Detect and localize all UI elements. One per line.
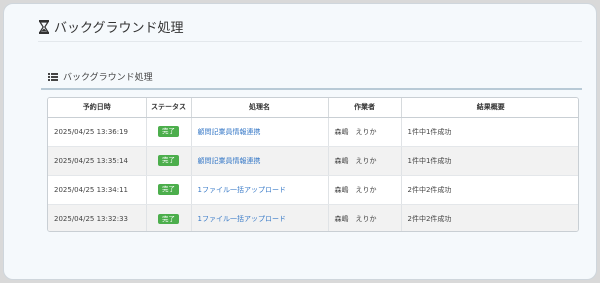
cell-datetime: 2025/04/25 13:34:11 (48, 175, 147, 205)
page-header: バックグラウンド処理 (38, 16, 582, 42)
table-header-row: 予約日時 ステータス 処理名 作業者 結果概要 (48, 98, 578, 118)
job-name-link[interactable]: 1ファイル一括アップロード (198, 186, 286, 194)
cell-status: 完了 (146, 146, 192, 176)
cell-status: 完了 (146, 117, 192, 147)
cell-status: 完了 (146, 204, 192, 231)
cell-result: 2件中2件成功 (401, 204, 578, 231)
column-header-status[interactable]: ステータス (146, 98, 192, 118)
cell-worker: 森嶋 えりか (328, 204, 402, 231)
cell-name: 顧問記業員情報連携 (191, 146, 329, 176)
job-name-link[interactable]: 顧問記業員情報連携 (198, 128, 261, 136)
column-header-name[interactable]: 処理名 (191, 98, 329, 118)
cell-name: 1ファイル一括アップロード (191, 204, 329, 231)
cell-result: 1件中1件成功 (401, 146, 578, 176)
table-row: 2025/04/25 13:35:14 完了 顧問記業員情報連携 森嶋 えりか … (48, 146, 578, 176)
status-badge: 完了 (158, 213, 179, 224)
cell-name: 顧問記業員情報連携 (191, 117, 329, 147)
cell-name: 1ファイル一括アップロード (191, 175, 329, 205)
table-row: 2025/04/25 13:36:19 完了 顧問記業員情報連携 森嶋 えりか … (48, 117, 578, 147)
column-header-worker[interactable]: 作業者 (328, 98, 402, 118)
cell-result: 1件中1件成功 (401, 117, 578, 147)
column-header-datetime[interactable]: 予約日時 (48, 98, 147, 118)
table-row: 2025/04/25 13:34:11 完了 1ファイル一括アップロード 森嶋 … (48, 175, 578, 205)
cell-status: 完了 (146, 175, 192, 205)
cell-worker: 森嶋 えりか (328, 117, 402, 147)
cell-worker: 森嶋 えりか (328, 175, 402, 205)
column-header-result[interactable]: 結果概要 (401, 98, 578, 118)
cell-datetime: 2025/04/25 13:32:33 (48, 204, 147, 231)
app-window: バックグラウンド処理 バックグラウンド処理 予約日時 ステータス 処理名 作業者… (3, 3, 597, 280)
cell-datetime: 2025/04/25 13:36:19 (48, 117, 147, 147)
status-badge: 完了 (158, 126, 179, 137)
job-name-link[interactable]: 1ファイル一括アップロード (198, 215, 286, 223)
table-row: 2025/04/25 13:32:33 完了 1ファイル一括アップロード 森嶋 … (48, 204, 578, 231)
job-name-link[interactable]: 顧問記業員情報連携 (198, 157, 261, 165)
page-title: バックグラウンド処理 (54, 21, 184, 36)
list-icon (48, 72, 58, 81)
cell-datetime: 2025/04/25 13:35:14 (48, 146, 147, 176)
section-divider (41, 88, 582, 90)
jobs-table-panel: 予約日時 ステータス 処理名 作業者 結果概要 2025/04/25 13:36… (47, 97, 579, 232)
cell-result: 2件中2件成功 (401, 175, 578, 205)
status-badge: 完了 (158, 184, 179, 195)
status-badge: 完了 (158, 155, 179, 166)
hourglass-icon (38, 19, 50, 34)
section-title: バックグラウンド処理 (63, 73, 153, 83)
section-header: バックグラウンド処理 (48, 70, 153, 83)
cell-worker: 森嶋 えりか (328, 146, 402, 176)
jobs-table: 予約日時 ステータス 処理名 作業者 結果概要 2025/04/25 13:36… (48, 98, 578, 231)
